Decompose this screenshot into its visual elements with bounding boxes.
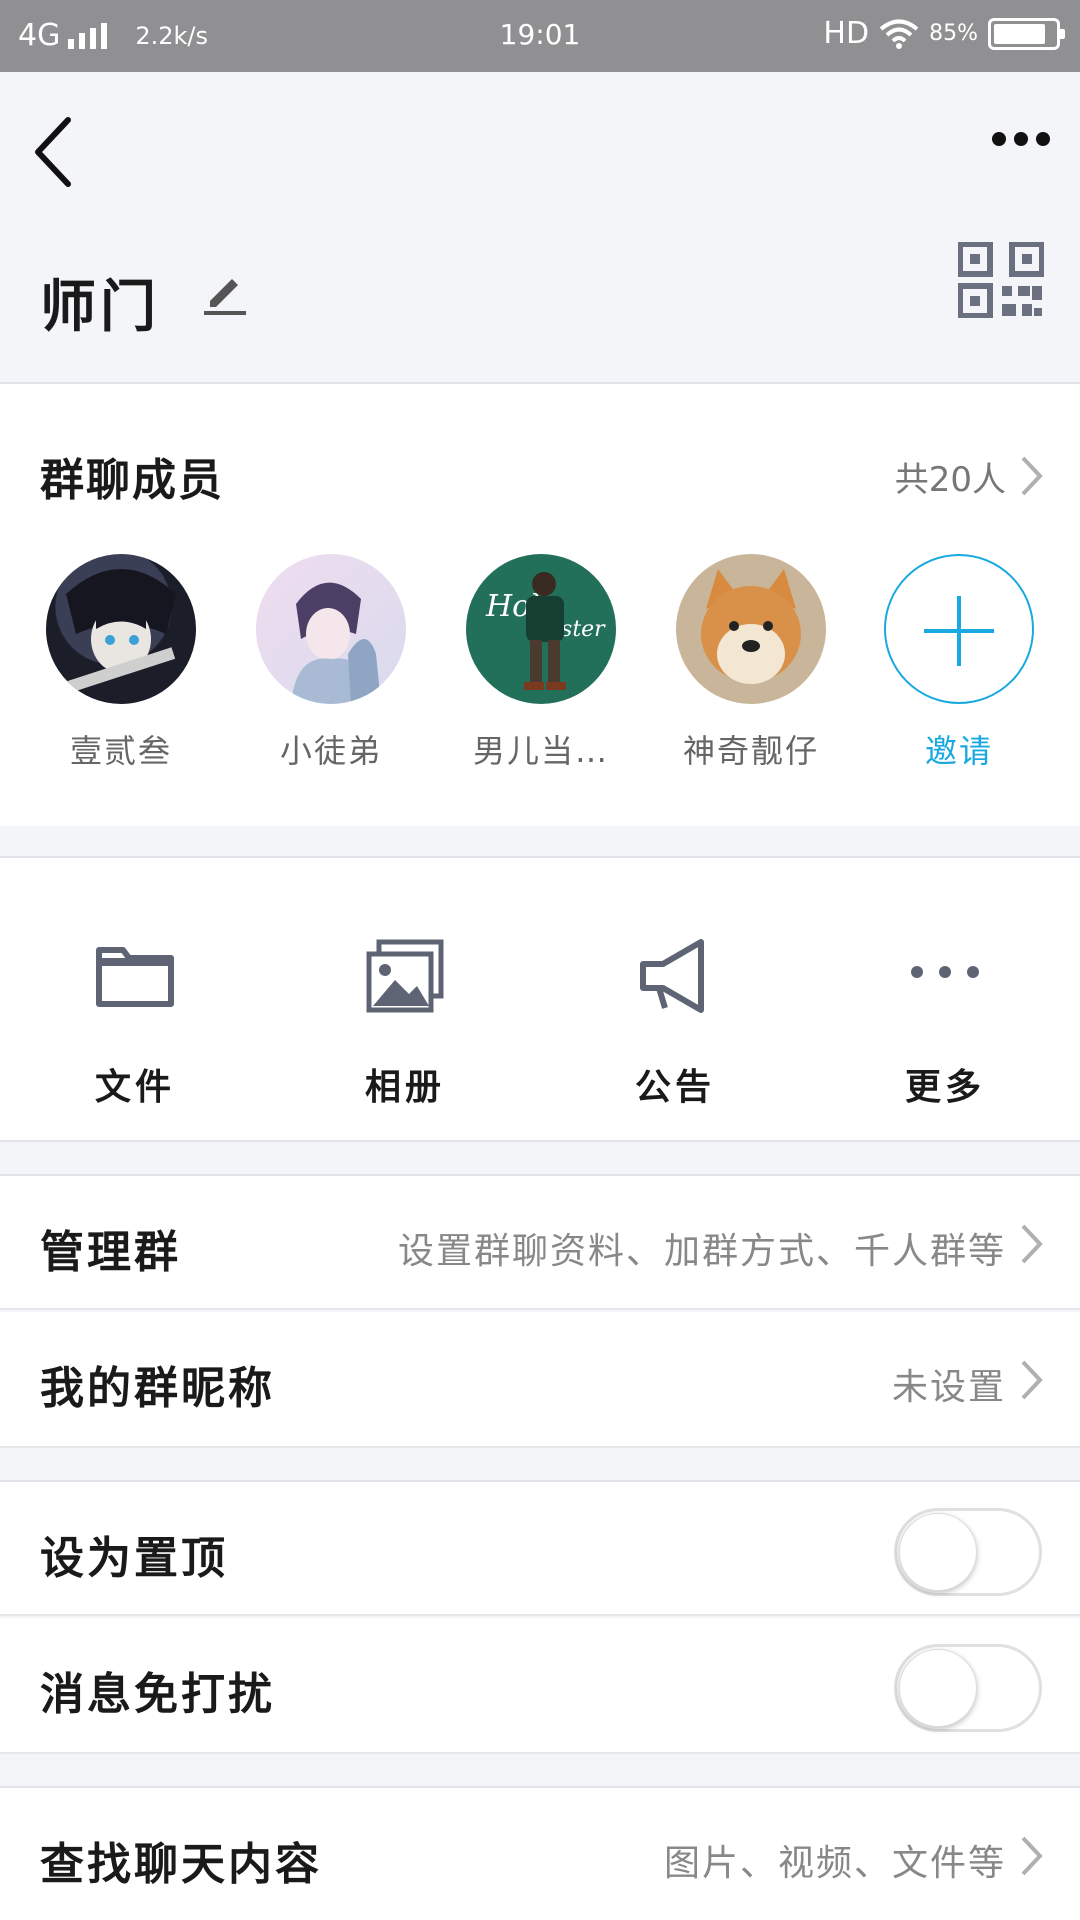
avatar — [46, 554, 196, 704]
pin-top-row: 设为置顶 — [0, 1480, 1080, 1616]
do-not-disturb-toggle[interactable] — [894, 1644, 1042, 1732]
dot — [1014, 132, 1028, 146]
my-nickname-label: 我的群昵称 — [40, 1363, 275, 1414]
qr-code-icon[interactable] — [958, 242, 1044, 318]
member-name: 男儿当… — [472, 732, 609, 770]
members-section: 群聊成员 共20人 壹贰叁 小徒弟 Hol ister 男儿当… 神奇靓仔 邀请 — [0, 382, 1080, 826]
tool-album[interactable]: 相册 — [270, 858, 540, 1140]
toggle-knob — [899, 1649, 977, 1727]
dot — [1036, 132, 1050, 146]
tool-announcement[interactable]: 公告 — [540, 858, 810, 1140]
my-nickname-row[interactable]: 我的群昵称 未设置 — [0, 1312, 1080, 1448]
group-name: 师门 — [40, 275, 160, 340]
battery-percent: 85% — [929, 21, 978, 46]
battery-icon — [988, 17, 1065, 50]
members-title: 群聊成员 — [40, 455, 224, 506]
tools-row: 文件 相册 公告 更多 — [0, 858, 1080, 1140]
tool-label: 更多 — [904, 1067, 985, 1108]
wifi-icon — [879, 19, 919, 49]
invite-plus-icon[interactable] — [884, 554, 1034, 704]
avatar — [676, 554, 826, 704]
member-name: 小徒弟 — [279, 732, 382, 770]
invite-item[interactable]: 邀请 — [874, 554, 1044, 772]
search-chat-row[interactable]: 查找聊天内容 图片、视频、文件等 — [0, 1786, 1080, 1920]
megaphone-icon — [640, 939, 704, 1013]
more-button[interactable] — [992, 132, 1050, 146]
avatar-art — [291, 582, 381, 704]
member-item[interactable]: 神奇靓仔 — [666, 554, 836, 772]
do-not-disturb-label: 消息免打扰 — [40, 1669, 275, 1720]
member-item[interactable]: Hol ister 男儿当… — [456, 554, 626, 772]
tool-label: 相册 — [364, 1067, 445, 1108]
member-name: 壹贰叁 — [69, 732, 172, 770]
manage-group-label: 管理群 — [40, 1227, 181, 1278]
member-item[interactable]: 壹贰叁 — [36, 554, 206, 772]
members-count[interactable]: 共20人 — [895, 452, 1006, 501]
manage-group-row[interactable]: 管理群 设置群聊资料、加群方式、千人群等 — [0, 1174, 1080, 1310]
search-chat-label: 查找聊天内容 — [40, 1839, 322, 1890]
back-button[interactable] — [24, 112, 84, 192]
do-not-disturb-row: 消息免打扰 — [0, 1618, 1080, 1754]
tool-more[interactable]: 更多 — [810, 858, 1080, 1140]
invite-label: 邀请 — [924, 732, 993, 770]
more-dots-icon — [911, 966, 979, 978]
toggle-knob — [899, 1513, 977, 1591]
manage-group-value: 设置群聊资料、加群方式、千人群等 — [397, 1231, 1006, 1272]
tool-label: 文件 — [94, 1067, 175, 1108]
pin-top-toggle[interactable] — [894, 1508, 1042, 1596]
member-item[interactable]: 小徒弟 — [246, 554, 416, 772]
pencil-icon[interactable] — [200, 267, 250, 317]
folder-icon — [96, 947, 174, 1007]
dot — [992, 132, 1006, 146]
avatar — [256, 554, 406, 704]
avatar-art — [66, 569, 176, 693]
tool-files[interactable]: 文件 — [0, 858, 270, 1140]
hd-indicator: HD — [823, 16, 870, 51]
status-right: HD 85% — [823, 16, 1065, 51]
avatar-art: Hol ister — [485, 572, 606, 690]
avatar: Hol ister — [466, 554, 616, 704]
chevron-right-icon[interactable] — [1018, 454, 1046, 498]
chevron-right-icon — [1021, 1836, 1043, 1876]
tool-label: 公告 — [634, 1067, 715, 1108]
avatar-art — [701, 569, 801, 684]
tools-section: 文件 相册 公告 更多 — [0, 856, 1080, 1142]
pin-top-label: 设为置顶 — [40, 1533, 228, 1584]
chevron-right-icon — [1021, 1224, 1043, 1264]
header: 师门 — [0, 72, 1080, 382]
status-bar: 4G 2.2k/s 19:01 HD 85% — [0, 0, 1080, 72]
album-icon — [366, 939, 444, 1013]
my-nickname-value: 未设置 — [891, 1367, 1006, 1408]
member-name: 神奇靓仔 — [682, 732, 819, 770]
chevron-right-icon — [1021, 1360, 1043, 1400]
search-chat-value: 图片、视频、文件等 — [663, 1843, 1006, 1884]
